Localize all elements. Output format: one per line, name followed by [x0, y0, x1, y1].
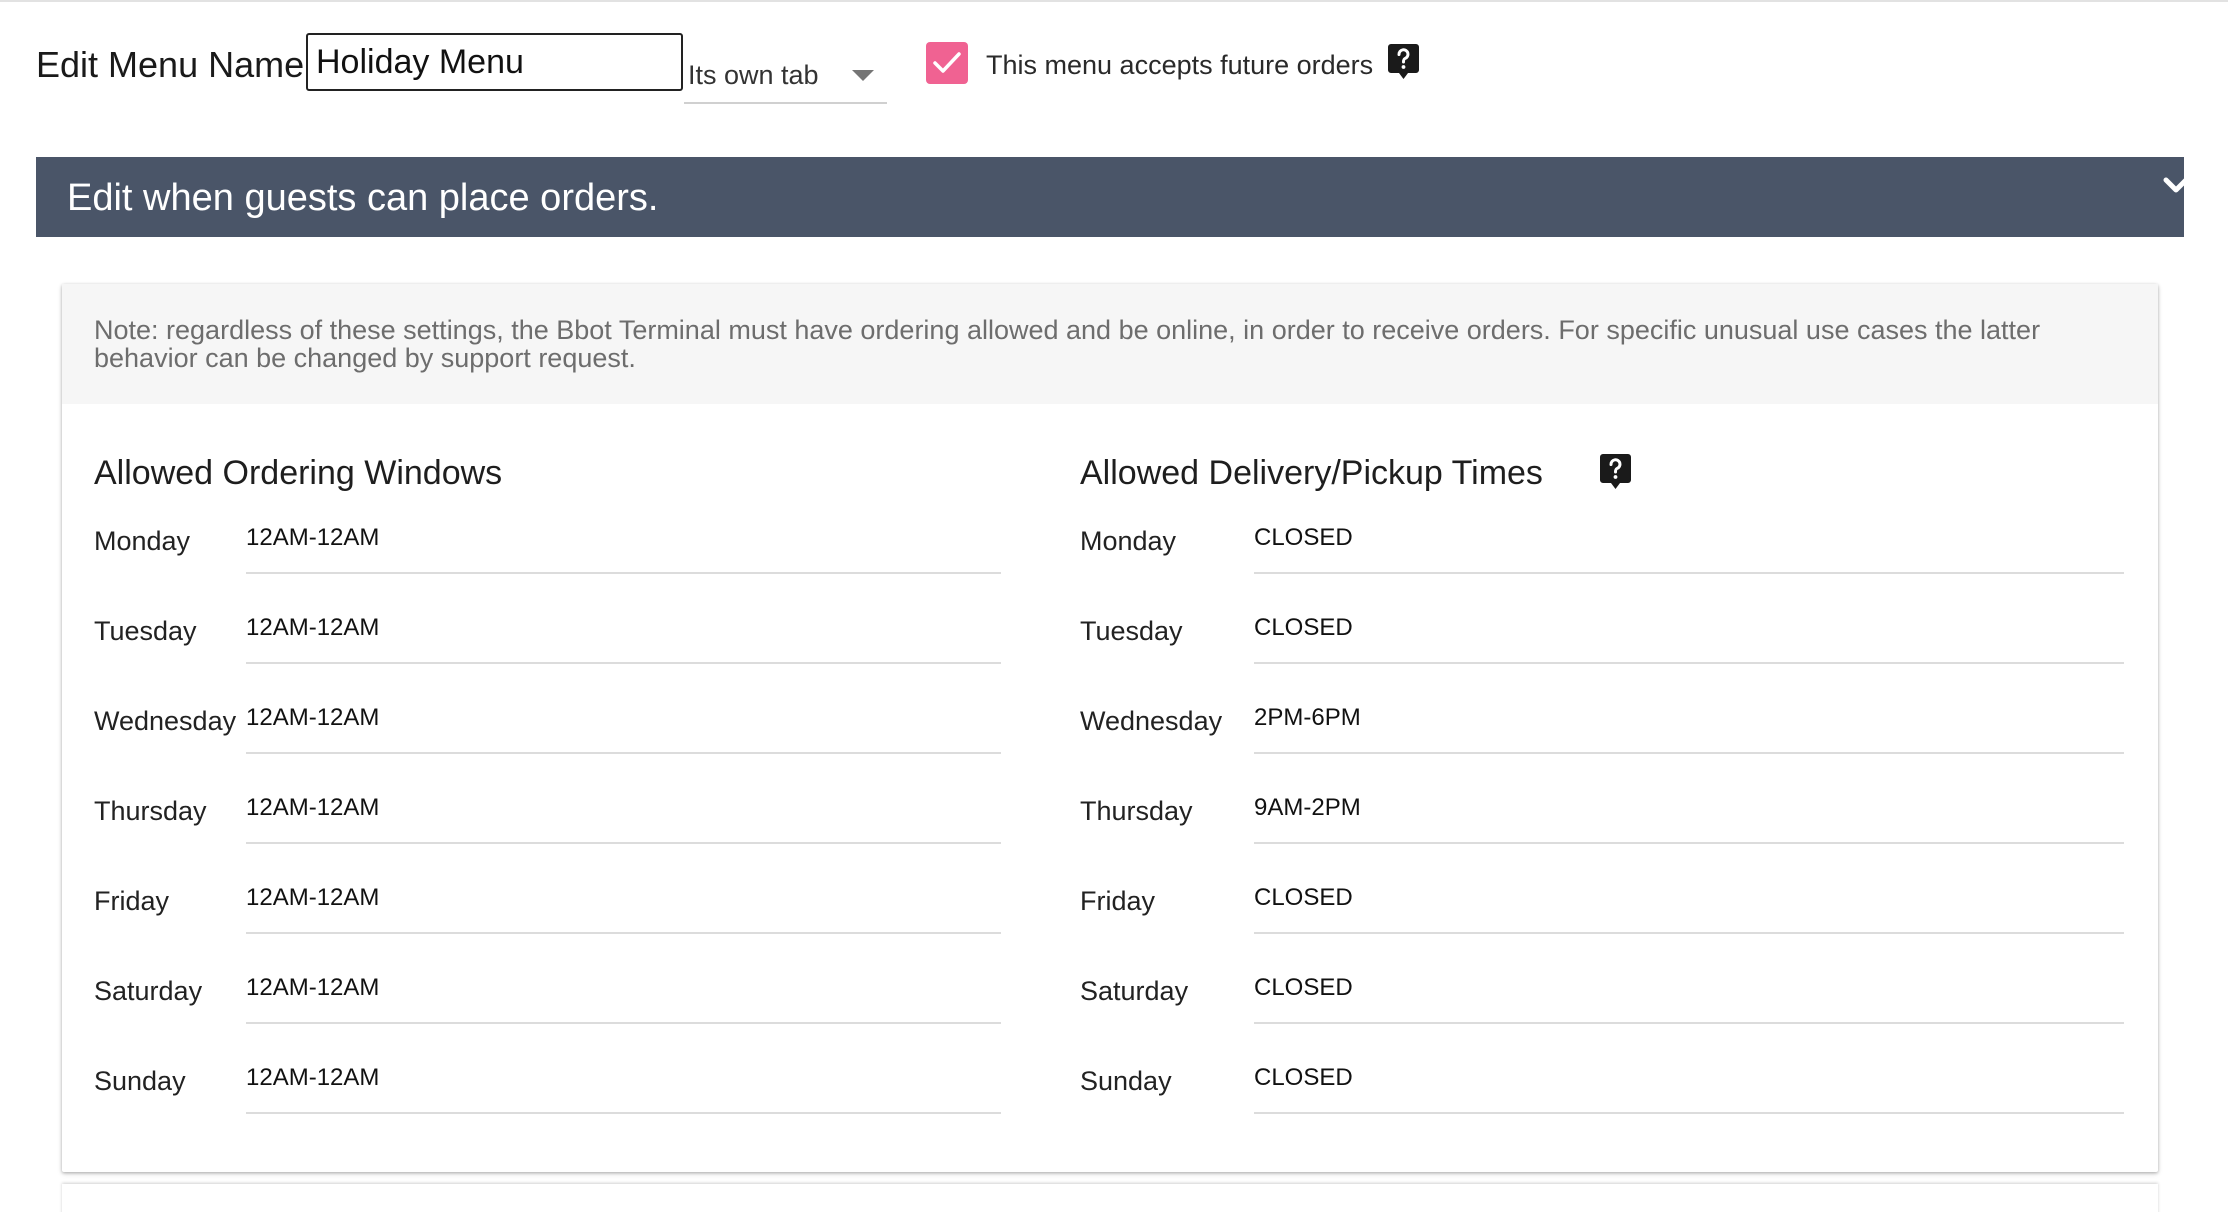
delivery-time-field[interactable]: CLOSED — [1254, 884, 2124, 934]
day-label: Sunday — [1080, 1066, 1172, 1096]
time-value: CLOSED — [1254, 524, 1353, 551]
support-note: Note: regardless of these settings, the … — [62, 284, 2158, 404]
delivery-time-field[interactable]: CLOSED — [1254, 974, 2124, 1024]
tab-placement-value: Its own tab — [688, 60, 819, 90]
help-icon[interactable] — [1388, 44, 1419, 79]
ordering-time-field[interactable]: 12AM-12AM — [246, 524, 1001, 574]
delivery-time-field[interactable]: CLOSED — [1254, 614, 2124, 664]
ordering-settings-card: Note: regardless of these settings, the … — [62, 284, 2158, 1172]
tab-placement-select[interactable]: Its own tab — [684, 50, 887, 104]
top-divider — [0, 0, 2228, 2]
future-orders-checkbox[interactable] — [926, 42, 968, 84]
future-orders-label[interactable]: This menu accepts future orders — [986, 50, 1373, 81]
delivery-time-field[interactable]: CLOSED — [1254, 1064, 2124, 1114]
time-value: CLOSED — [1254, 1064, 1353, 1091]
menu-name-input[interactable] — [306, 33, 683, 91]
day-label: Tuesday — [1080, 616, 1183, 646]
ordering-time-field[interactable]: 12AM-12AM — [246, 794, 1001, 844]
day-label: Friday — [94, 886, 170, 916]
day-label: Wednesday — [1080, 706, 1223, 736]
time-value: 12AM-12AM — [246, 524, 380, 551]
time-value: 12AM-12AM — [246, 794, 380, 821]
day-label: Saturday — [94, 976, 203, 1006]
time-value: CLOSED — [1254, 614, 1353, 641]
day-label: Monday — [94, 526, 191, 556]
day-label: Saturday — [1080, 976, 1189, 1006]
chevron-down-icon[interactable] — [2162, 176, 2190, 196]
day-label: Tuesday — [94, 616, 197, 646]
next-section-card — [62, 1184, 2158, 1212]
menu-name-label: Edit Menu Name: — [36, 44, 315, 85]
delivery-times-heading: Allowed Delivery/Pickup Times — [1080, 454, 1543, 492]
support-note-text: Note: regardless of these settings, the … — [94, 315, 2041, 373]
time-value: CLOSED — [1254, 884, 1353, 911]
day-label: Thursday — [94, 796, 207, 826]
ordering-time-field[interactable]: 12AM-12AM — [246, 614, 1001, 664]
time-value: 12AM-12AM — [246, 974, 380, 1001]
edit-menu-page: Edit Menu Name: Its own tab This menu ac… — [0, 0, 2228, 1212]
delivery-time-field[interactable]: 9AM-2PM — [1254, 794, 2124, 844]
ordering-times-banner[interactable]: Edit when guests can place orders. — [36, 157, 2189, 237]
delivery-time-field[interactable]: 2PM-6PM — [1254, 704, 2124, 754]
time-value: 12AM-12AM — [246, 884, 380, 911]
time-value: CLOSED — [1254, 974, 1353, 1001]
ordering-time-field[interactable]: 12AM-12AM — [246, 974, 1001, 1024]
day-label: Thursday — [1080, 796, 1193, 826]
help-icon[interactable] — [1600, 454, 1631, 489]
banner-title: Edit when guests can place orders. — [67, 177, 659, 219]
delivery-time-field[interactable]: CLOSED — [1254, 524, 2124, 574]
day-label: Monday — [1080, 526, 1177, 556]
ordering-time-field[interactable]: 12AM-12AM — [246, 704, 1001, 754]
ordering-time-field[interactable]: 12AM-12AM — [246, 1064, 1001, 1114]
ordering-time-field[interactable]: 12AM-12AM — [246, 884, 1001, 934]
time-value: 2PM-6PM — [1254, 704, 1361, 731]
time-value: 12AM-12AM — [246, 614, 380, 641]
ordering-windows-heading: Allowed Ordering Windows — [94, 454, 503, 492]
time-value: 12AM-12AM — [246, 1064, 380, 1091]
time-value: 12AM-12AM — [246, 704, 380, 731]
dropdown-arrow-icon — [852, 70, 874, 81]
check-icon — [933, 52, 961, 73]
day-label: Wednesday — [94, 706, 237, 736]
time-value: 9AM-2PM — [1254, 794, 1361, 821]
day-label: Friday — [1080, 886, 1156, 916]
day-label: Sunday — [94, 1066, 186, 1096]
